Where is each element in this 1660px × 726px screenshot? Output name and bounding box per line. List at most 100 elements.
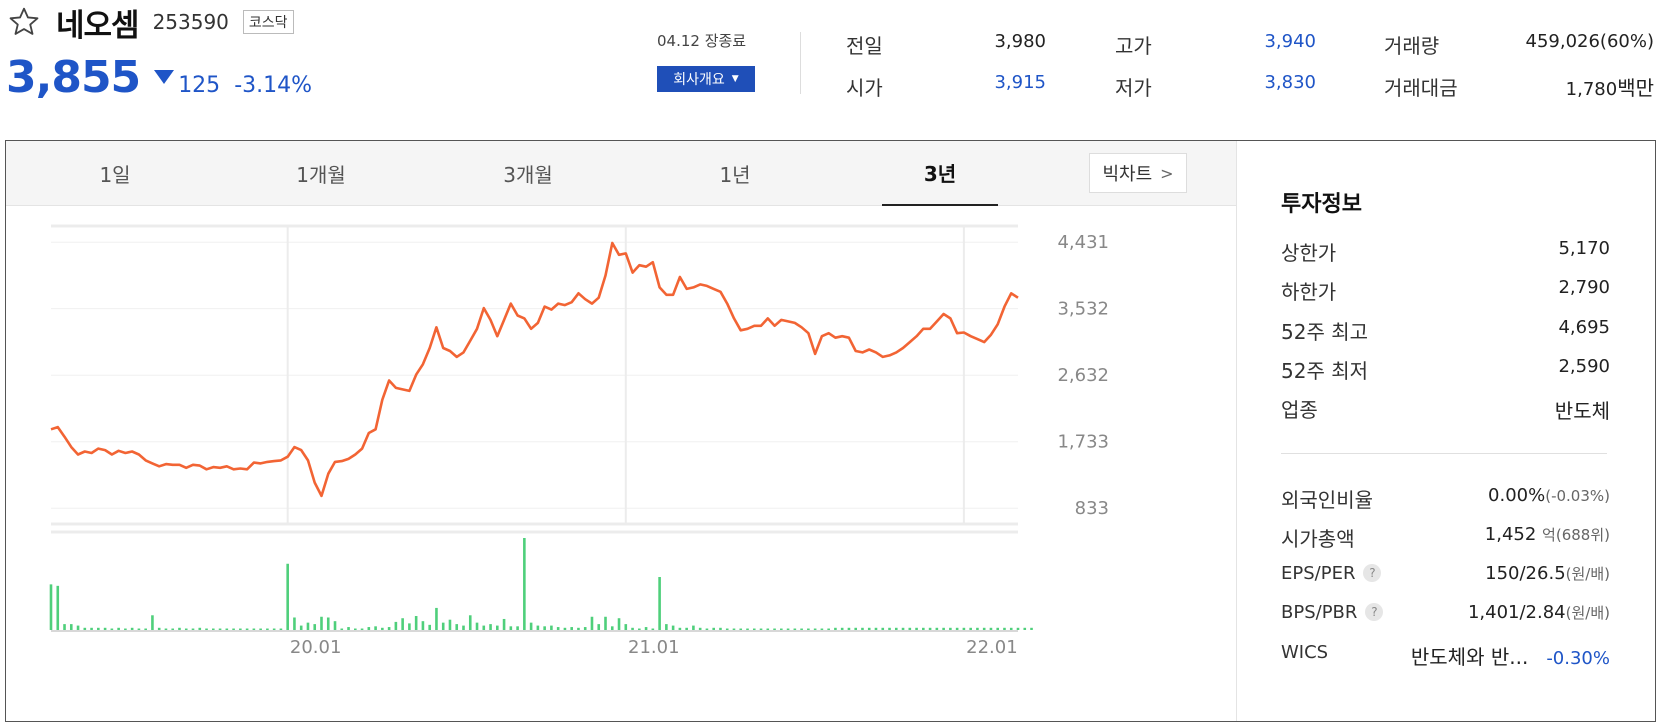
volume-bar — [536, 625, 540, 630]
volume-bar — [299, 625, 303, 630]
tab-3month[interactable]: 3개월 — [470, 141, 586, 206]
volume-bar — [232, 628, 235, 630]
volume-bar — [441, 622, 445, 630]
volume-bar — [130, 627, 134, 630]
volume-bar — [894, 627, 898, 630]
volume-bar — [854, 627, 858, 630]
prev-close-label: 전일 — [846, 34, 883, 58]
volume-bar — [178, 627, 181, 630]
y-tick-label: 3,532 — [1057, 299, 1109, 320]
price-change-rate: -3.14% — [234, 73, 313, 98]
volume-bar — [367, 627, 371, 630]
volume-bar — [962, 627, 966, 630]
volume-bar — [955, 627, 959, 630]
volume-bar — [888, 627, 891, 630]
volume-bar — [157, 627, 161, 630]
volume-bar — [340, 628, 344, 630]
y-tick-label: 4,431 — [1057, 232, 1109, 253]
volume-bar — [807, 628, 810, 630]
volume-bar — [969, 627, 972, 630]
price-change: 125 — [178, 73, 221, 98]
help-icon[interactable]: ? — [1365, 603, 1384, 621]
chart-panel: 1일 1개월 3개월 1년 3년 빅차트 > 4,431 3,532 2,632 1,… — [5, 140, 1656, 722]
volume-bar — [110, 628, 114, 630]
volume-bar — [658, 577, 661, 630]
volume-bar — [354, 628, 357, 630]
volume-bar — [347, 627, 350, 630]
volume-bar — [597, 624, 601, 630]
star-icon[interactable] — [6, 4, 42, 40]
price-line — [50, 241, 1019, 498]
volume-bar — [326, 617, 330, 630]
volume-bar — [279, 628, 283, 630]
volume-bar — [144, 628, 147, 630]
volume-bar — [786, 628, 790, 630]
volume-bar — [151, 615, 154, 630]
high-value: 3,940 — [1264, 31, 1316, 52]
eps-per-text: EPS/PER — [1281, 563, 1356, 584]
foreign-ratio-number: 0.00% — [1488, 485, 1546, 506]
volume-bar — [97, 627, 100, 630]
volume-bar — [698, 627, 702, 630]
tab-1day[interactable]: 1일 — [57, 141, 173, 206]
volume-bar — [394, 621, 398, 630]
volume-bar — [401, 618, 404, 630]
volume-bar — [496, 625, 499, 630]
volume-bar — [982, 627, 986, 630]
low52-label: 52주 최저 — [1281, 359, 1369, 383]
volume-bar — [509, 626, 513, 630]
help-icon[interactable]: ? — [1363, 564, 1382, 582]
volume-bar — [989, 627, 993, 630]
volume-bar — [266, 628, 269, 630]
stock-title-row: 네오셈 253590 코스닥 — [6, 2, 294, 44]
volume-bar — [847, 627, 851, 630]
volume-bar — [874, 627, 878, 630]
volume-bar — [252, 628, 256, 630]
volume-bar — [705, 628, 709, 630]
period-tabs: 1일 1개월 3개월 1년 3년 빅차트 > — [6, 141, 1236, 206]
volume-bar — [543, 626, 546, 630]
volume-bar — [211, 628, 215, 630]
volume-bar — [644, 627, 648, 630]
y-tick-label: 2,632 — [1057, 365, 1109, 386]
volume-bar — [529, 622, 533, 630]
tab-1year[interactable]: 1년 — [677, 141, 793, 206]
bigchart-button[interactable]: 빅차트 > — [1089, 153, 1187, 193]
volume-bar — [590, 616, 594, 630]
lower-limit-value: 2,790 — [1558, 277, 1610, 298]
eps-per-unit: (원/배) — [1565, 565, 1610, 583]
chart-divider — [1236, 141, 1237, 721]
volume-bar — [901, 627, 905, 630]
volume-bar — [184, 628, 188, 630]
high52-value: 4,695 — [1558, 317, 1610, 338]
volume-bar — [550, 625, 553, 630]
volume-bar — [117, 627, 120, 630]
bps-pbr-number: 1,401/2.84 — [1467, 602, 1566, 623]
volume-bar — [928, 627, 932, 630]
volume-bar — [245, 628, 249, 630]
volume-bar — [259, 628, 262, 630]
wics-value[interactable]: 반도체와 반... -0.30% — [1411, 641, 1610, 670]
x-tick-label: 20.01 — [290, 637, 342, 658]
volume-bar — [800, 628, 803, 630]
volume-bar — [374, 626, 377, 630]
down-triangle-icon — [154, 70, 175, 84]
company-overview-button[interactable]: 회사개요 ▼ — [657, 66, 755, 92]
foreign-ratio-change: (-0.03%) — [1545, 487, 1610, 505]
chevron-right-icon: > — [1160, 163, 1174, 183]
volume-bar — [272, 628, 276, 630]
tab-1month[interactable]: 1개월 — [263, 141, 379, 206]
volume-bar — [428, 624, 431, 630]
volume-bar — [935, 627, 939, 630]
volume-bar — [671, 625, 675, 630]
volume-bar — [976, 627, 979, 630]
volume-bar — [692, 625, 695, 630]
volume-bar — [813, 628, 817, 630]
low-label: 저가 — [1115, 76, 1152, 100]
volume-bar — [124, 628, 127, 630]
volume-bar — [137, 628, 141, 630]
volume-bar — [171, 628, 175, 630]
y-tick-label: 833 — [1075, 498, 1109, 519]
amount-label: 거래대금 — [1384, 76, 1458, 100]
tab-3year[interactable]: 3년 — [882, 141, 998, 206]
